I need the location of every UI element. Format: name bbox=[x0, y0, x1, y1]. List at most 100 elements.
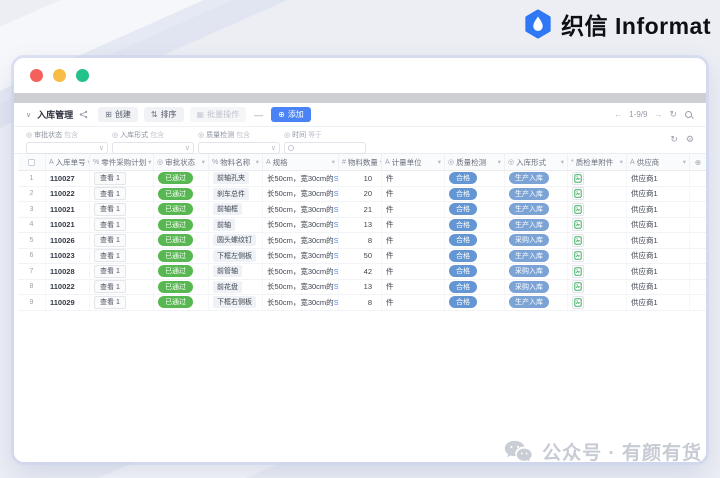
attachment-thumbnail[interactable] bbox=[572, 234, 584, 247]
inbound-mode-badge: 生产入库 bbox=[509, 219, 549, 231]
filter-select[interactable]: ∨ bbox=[112, 142, 194, 154]
view-plan-button[interactable]: 查看 1 bbox=[94, 296, 126, 309]
column-header-规格[interactable]: A规格▾ bbox=[263, 154, 339, 170]
column-header-入库单号[interactable]: A入库单号▾ bbox=[46, 154, 90, 170]
order-no-cell: 110021 bbox=[46, 218, 90, 233]
approval-status-badge: 已通过 bbox=[158, 219, 193, 231]
filter-label: ◎入库形式包含 bbox=[112, 130, 194, 140]
column-menu-icon[interactable]: ▾ bbox=[332, 158, 335, 166]
filter-date-input[interactable] bbox=[284, 142, 366, 154]
text-field-icon: A bbox=[385, 159, 390, 166]
attachment-thumbnail[interactable] bbox=[572, 296, 584, 309]
filter-select[interactable]: ∨ bbox=[198, 142, 280, 154]
chevron-down-icon: ∨ bbox=[99, 145, 104, 152]
refresh-filters-icon[interactable]: ↻ bbox=[670, 134, 678, 145]
quality-check-cell: 合格 bbox=[445, 218, 505, 233]
view-plan-button[interactable]: 查看 1 bbox=[94, 218, 126, 231]
order-no: 110022 bbox=[50, 189, 75, 198]
attachment-thumbnail[interactable] bbox=[572, 203, 584, 216]
unit-value: 件 bbox=[386, 250, 394, 261]
quantity-cell: 13 bbox=[339, 280, 382, 295]
share-icon[interactable] bbox=[79, 110, 88, 119]
minimize-window-button[interactable] bbox=[53, 69, 66, 82]
close-window-button[interactable] bbox=[30, 69, 43, 82]
row-number: 4 bbox=[30, 221, 34, 228]
column-menu-icon[interactable]: ▾ bbox=[148, 158, 151, 166]
attachment-thumbnail[interactable] bbox=[572, 172, 584, 185]
column-header-质检单附件[interactable]: *质检单附件▾ bbox=[568, 154, 627, 170]
column-header-入库形式[interactable]: ◎入库形式▾ bbox=[505, 154, 568, 170]
chevron-down-icon: ∨ bbox=[271, 145, 276, 152]
column-menu-icon[interactable]: ▾ bbox=[202, 158, 205, 166]
column-menu-icon[interactable]: ▾ bbox=[256, 158, 259, 166]
attachment-thumbnail[interactable] bbox=[572, 265, 584, 278]
supplier-name: 供应商1 bbox=[631, 297, 658, 308]
spec-cell: 长50cm，宽30cm的SY1 bbox=[263, 233, 339, 248]
quantity-value: 20 bbox=[364, 189, 372, 198]
collapse-view-icon[interactable]: ∨ bbox=[26, 111, 31, 119]
column-header-质量检测[interactable]: ◎质量检测▾ bbox=[445, 154, 505, 170]
add-column-header[interactable]: ⊕ bbox=[690, 154, 706, 170]
attachment-thumbnail[interactable] bbox=[572, 187, 584, 200]
add-button[interactable]: ⊕ 添加 bbox=[271, 107, 311, 122]
filter-bar-right: ↻ ⚙ bbox=[670, 134, 694, 145]
column-header-审批状态[interactable]: ◎审批状态▾ bbox=[154, 154, 209, 170]
search-icon[interactable] bbox=[684, 110, 694, 120]
select-all-checkbox[interactable] bbox=[28, 159, 35, 166]
column-header-供应商[interactable]: A供应商▾ bbox=[627, 154, 690, 170]
quality-check-cell: 合格 bbox=[445, 233, 505, 248]
filter-operator: 包含 bbox=[150, 130, 164, 140]
filter-select[interactable]: ∨ bbox=[26, 142, 108, 154]
spec-text: 长50cm，宽30cm的 bbox=[267, 188, 334, 199]
view-plan-button[interactable]: 查看 1 bbox=[94, 280, 126, 293]
column-menu-icon[interactable]: ▾ bbox=[620, 158, 623, 166]
toolbar-divider: — bbox=[254, 110, 263, 120]
quality-check-badge: 合格 bbox=[449, 203, 477, 215]
table-row: 7110028查看 1已通过前管轴长50cm，宽30cm的SY142件合格采购入… bbox=[18, 264, 706, 280]
attachment-thumbnail[interactable] bbox=[572, 280, 584, 293]
sort-button[interactable]: ⇅ 排序 bbox=[144, 107, 184, 122]
attachment-thumbnail[interactable] bbox=[572, 249, 584, 262]
quantity-cell: 20 bbox=[339, 187, 382, 202]
view-plan-button[interactable]: 查看 1 bbox=[94, 265, 126, 278]
maximize-window-button[interactable] bbox=[76, 69, 89, 82]
gear-icon[interactable]: ⚙ bbox=[686, 134, 694, 145]
clock-icon bbox=[288, 145, 294, 151]
quantity-cell: 10 bbox=[339, 171, 382, 186]
column-menu-icon[interactable]: ▾ bbox=[498, 158, 501, 166]
supplier-name: 供应商1 bbox=[631, 235, 658, 246]
app-window: ∨ 入库管理 ⊞ 创建 ⇅ 排序 ▦ 批量 bbox=[14, 58, 706, 462]
view-plan-button[interactable]: 查看 1 bbox=[94, 203, 126, 216]
column-header-计量单位[interactable]: A计量单位▾ bbox=[382, 154, 445, 170]
view-plan-button[interactable]: 查看 1 bbox=[94, 187, 126, 200]
order-no: 110026 bbox=[50, 236, 75, 245]
unit-value: 件 bbox=[386, 204, 394, 215]
attachment-thumbnail[interactable] bbox=[572, 218, 584, 231]
column-header-零件采购计划[interactable]: %零件采购计划▾ bbox=[90, 154, 154, 170]
view-plan-button[interactable]: 查看 1 bbox=[94, 249, 126, 262]
column-menu-icon[interactable]: ▾ bbox=[438, 158, 441, 166]
batch-actions-button[interactable]: ▦ 批量操作 bbox=[190, 107, 247, 122]
prev-page-icon[interactable]: ← bbox=[614, 110, 622, 119]
next-page-icon[interactable]: → bbox=[654, 110, 662, 119]
toolbar-right: ← 1-9/9 → ↻ bbox=[614, 109, 694, 120]
refresh-icon[interactable]: ↻ bbox=[669, 109, 677, 120]
quality-check-cell: 合格 bbox=[445, 295, 505, 310]
approval-status-cell: 已通过 bbox=[154, 202, 209, 217]
add-column-icon: ⊕ bbox=[695, 158, 701, 167]
view-plan-button[interactable]: 查看 1 bbox=[94, 234, 126, 247]
column-menu-icon[interactable]: ▾ bbox=[683, 158, 686, 166]
column-header-物料数量[interactable]: #物料数量▾ bbox=[339, 154, 382, 170]
material-name-cell: 圆头螺纹钉 bbox=[209, 233, 263, 248]
filter-groups: ◎审批状态包含∨◎入库形式包含∨◎质量检测包含∨◎时间等于 bbox=[26, 130, 366, 154]
material-name-cell: 前管轴 bbox=[209, 264, 263, 279]
column-header-物料名称[interactable]: %物料名称▾ bbox=[209, 154, 263, 170]
create-button[interactable]: ⊞ 创建 bbox=[98, 107, 138, 122]
quality-check-badge: 合格 bbox=[449, 265, 477, 277]
view-plan-button[interactable]: 查看 1 bbox=[94, 172, 126, 185]
column-label: 入库单号 bbox=[56, 157, 86, 168]
inbound-mode-badge: 生产入库 bbox=[509, 296, 549, 308]
status-field-icon: ◎ bbox=[508, 158, 514, 166]
row-number: 5 bbox=[30, 237, 34, 244]
column-menu-icon[interactable]: ▾ bbox=[561, 158, 564, 166]
